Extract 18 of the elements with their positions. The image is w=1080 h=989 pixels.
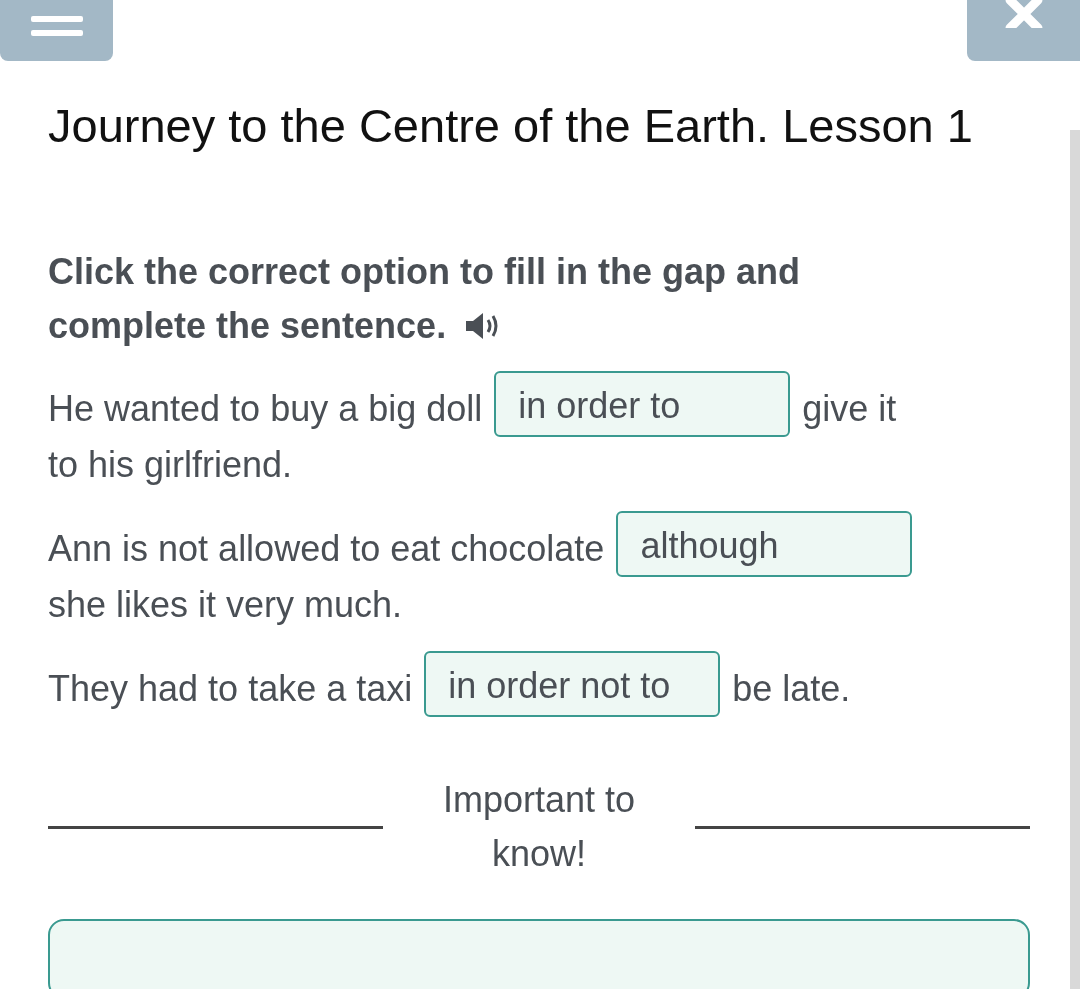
- close-button[interactable]: [967, 0, 1080, 61]
- sentence-text: she likes it very much.: [48, 583, 404, 627]
- answer-box[interactable]: in order to: [494, 371, 791, 437]
- instruction-text: complete the sentence.: [48, 304, 447, 348]
- close-icon: [1003, 0, 1044, 28]
- sentence-text: He wanted to buy a big doll: [48, 387, 483, 431]
- instruction-text: Click the correct option to fill in the gap and: [48, 250, 801, 294]
- sentence-text: to his girlfriend.: [48, 443, 294, 487]
- answer-box[interactable]: although: [616, 511, 913, 577]
- menu-button[interactable]: [0, 0, 113, 61]
- scrollbar[interactable]: [1070, 130, 1080, 989]
- sentence-text: give it: [802, 387, 897, 431]
- answer-box[interactable]: in order not to: [424, 651, 721, 717]
- sentence-text: be late.: [732, 667, 851, 711]
- lesson-title: Journey to the Centre of the Earth. Lesson 1: [48, 99, 974, 153]
- sentence-text: Ann is not allowed to eat chocolate: [48, 527, 605, 571]
- section-heading: Important to know!: [441, 778, 637, 876]
- sentence-text: They had to take a taxi: [48, 667, 413, 711]
